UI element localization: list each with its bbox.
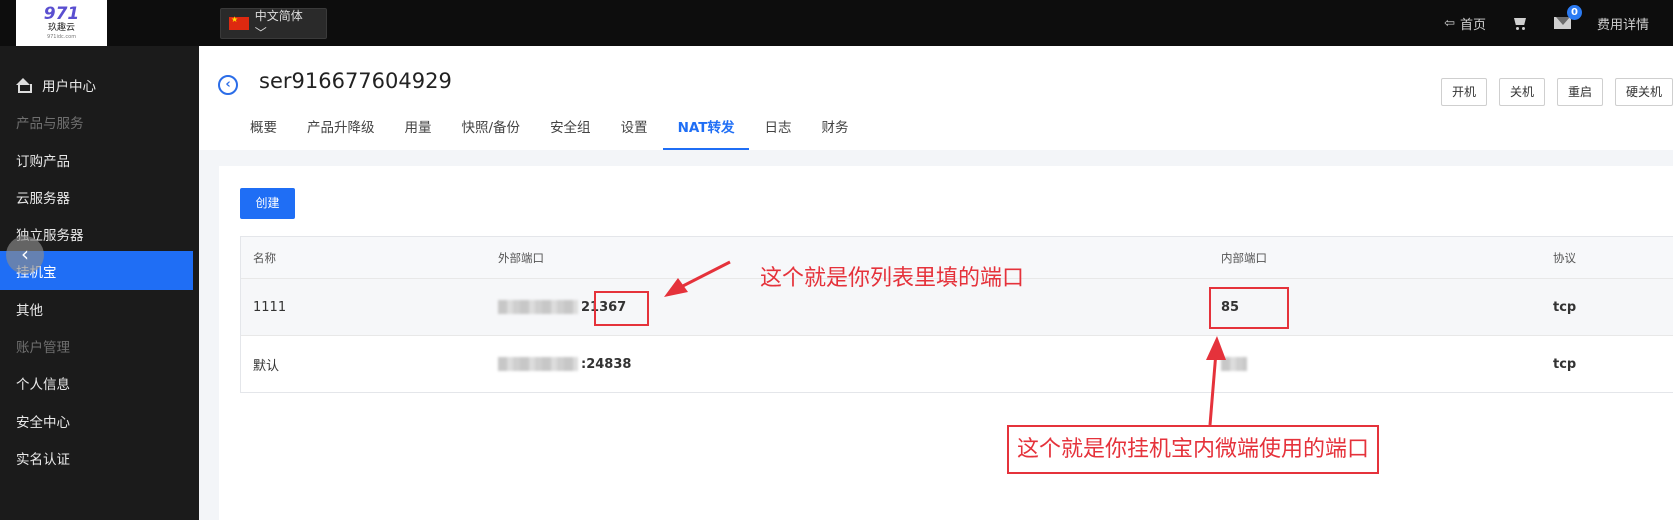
internal-port-note: 这个就是你挂机宝内微端使用的端口: [1007, 425, 1380, 474]
arrowhead-external: [664, 278, 688, 297]
arrow-line-internal: [1208, 351, 1218, 426]
arrowhead-internal: [1206, 336, 1226, 360]
external-port-note: 这个就是你列表里填的端口: [760, 266, 1025, 291]
